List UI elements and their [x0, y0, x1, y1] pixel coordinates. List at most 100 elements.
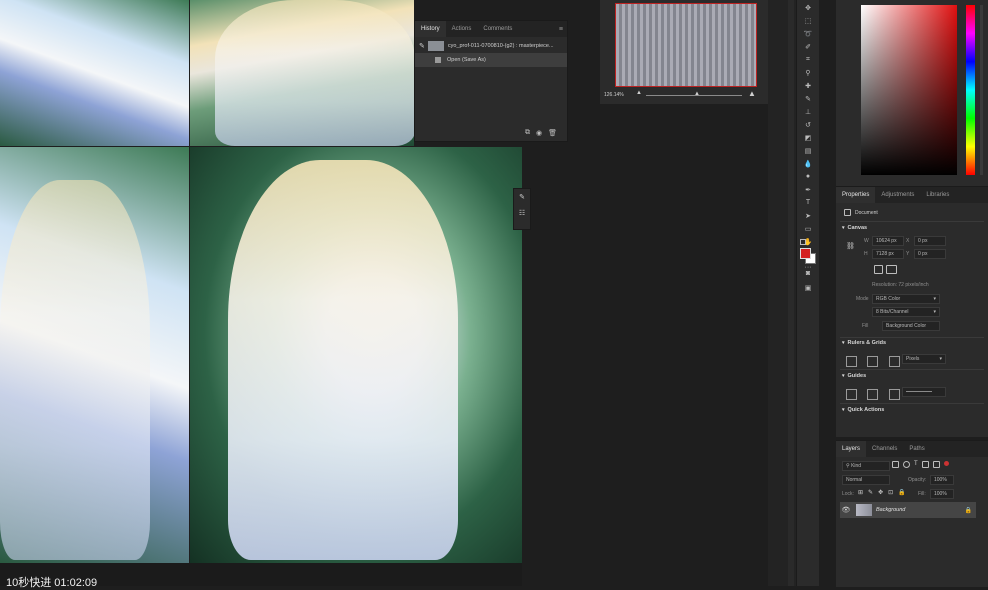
brush-source-icon[interactable]: ✎	[419, 42, 425, 50]
portrait-icon[interactable]	[874, 265, 883, 274]
crop-tool-icon[interactable]: ⌗	[801, 54, 815, 65]
lock-artboard-icon[interactable]: ⊡	[888, 489, 893, 496]
trash-icon[interactable]: 🗑	[548, 129, 557, 137]
guide-color-select[interactable]	[902, 387, 946, 397]
layer-name[interactable]: Background	[876, 507, 965, 513]
foreground-color-swatch[interactable]	[800, 248, 811, 259]
shape-filter-icon[interactable]	[921, 461, 929, 468]
history-step[interactable]: Open (Save As)	[415, 53, 567, 67]
grid-icon[interactable]	[867, 356, 879, 367]
lock-all-icon[interactable]: 🔒	[898, 489, 905, 496]
units-select[interactable]: Pixels ▾	[902, 354, 946, 364]
hue-slider[interactable]	[966, 5, 975, 175]
zoom-value[interactable]: 126.14%	[604, 92, 624, 98]
tab-history[interactable]: History	[415, 21, 446, 37]
lock-transparent-icon[interactable]: ⊞	[858, 489, 863, 496]
visibility-eye-icon[interactable]: 👁	[840, 506, 852, 514]
filter-toggle-icon[interactable]	[943, 461, 949, 466]
fill-opacity-field[interactable]: 100%	[930, 489, 954, 499]
landscape-icon[interactable]	[886, 265, 897, 274]
quick-actions-header[interactable]: ▾ Quick Actions	[842, 407, 884, 413]
brush-tool-icon[interactable]: ✎	[801, 93, 815, 104]
camera-snapshot-icon[interactable]: ◉	[536, 129, 542, 137]
navigator-panel: 126.14% ▲ ▲ ▲	[600, 0, 768, 104]
type-filter-icon[interactable]: T	[914, 461, 918, 468]
tab-layers[interactable]: Layers	[836, 441, 867, 457]
x-field[interactable]: 0 px	[914, 236, 946, 246]
tab-actions[interactable]: Actions	[446, 21, 478, 37]
history-brush-icon[interactable]: ↺	[801, 119, 815, 130]
color-panel-scrollbar[interactable]	[980, 5, 983, 175]
canvas-tile-top-left	[0, 0, 189, 146]
layer-filter-select[interactable]: ⚲ Kind	[842, 461, 890, 471]
mode-select[interactable]: RGB Color ▾	[872, 294, 940, 304]
width-field[interactable]: 10624 px	[872, 236, 904, 246]
canvas-section-header[interactable]: ▾ Canvas	[842, 225, 867, 231]
height-field[interactable]: 7128 px	[872, 249, 904, 259]
move-tool-icon[interactable]: ✥	[801, 2, 815, 13]
panel-menu-icon[interactable]: ≡	[559, 26, 567, 33]
marquee-tool-icon[interactable]: ⬚	[801, 15, 815, 26]
pen-tool-icon[interactable]: ✒	[801, 184, 815, 195]
layer-row[interactable]: 👁 Background 🔒	[840, 502, 976, 518]
history-snapshot[interactable]: ✎ cyo_prof-011-0700810-(g2) : masterpiec…	[415, 39, 567, 53]
pixel-grid-icon[interactable]	[888, 356, 900, 367]
zoom-in-icon[interactable]: ▲	[748, 89, 756, 98]
zoom-out-icon[interactable]: ▲	[636, 90, 642, 96]
guide-layout-icon[interactable]	[888, 389, 900, 400]
layers-panel: Layers Channels Paths ⚲ Kind T Normal Op…	[836, 440, 988, 587]
fill-value: Background Color	[886, 323, 927, 329]
lock-image-icon[interactable]: ✎	[868, 489, 873, 496]
blend-mode-select[interactable]: Normal	[842, 475, 890, 485]
tab-libraries[interactable]: Libraries	[920, 187, 955, 203]
pixel-filter-icon[interactable]	[892, 461, 899, 468]
blur-tool-icon[interactable]: 💧	[801, 158, 815, 169]
tab-paths[interactable]: Paths	[903, 441, 930, 457]
lasso-tool-icon[interactable]: ➰	[801, 28, 815, 39]
color-field[interactable]	[861, 5, 957, 175]
anime-girl-figure	[228, 160, 458, 560]
tab-adjustments[interactable]: Adjustments	[875, 187, 920, 203]
rulers-section-header[interactable]: ▾ Rulers & Grids	[842, 340, 886, 346]
healing-brush-icon[interactable]: ✚	[801, 80, 815, 91]
gradient-tool-icon[interactable]: ▤	[801, 145, 815, 156]
tab-properties[interactable]: Properties	[836, 187, 876, 203]
chevron-down-icon: ▾	[933, 296, 936, 302]
clone-stamp-icon[interactable]: ⊥	[801, 106, 815, 117]
brush-icon[interactable]: ✎	[514, 193, 530, 201]
opacity-label: Opacity:	[908, 477, 927, 483]
history-panel: History Actions Comments ≡ ✎ cyo_prof-01…	[414, 20, 568, 142]
quick-mask-icon[interactable]: ◙	[801, 268, 815, 279]
bit-depth-select[interactable]: 8 Bits/Channel ▾	[872, 307, 940, 317]
smart-object-filter-icon[interactable]	[932, 461, 940, 468]
adjustment-filter-icon[interactable]	[903, 461, 910, 468]
tools-bar: ✥ ⬚ ➰ ✐ ⌗ ⚲ ✚ ✎ ⊥ ↺ ◩ ▤ 💧 ● ✒ T ➤ ▭ ✋ 🔍 …	[796, 0, 819, 586]
new-document-from-state-icon[interactable]: ⧉	[525, 129, 530, 137]
dodge-tool-icon[interactable]: ●	[801, 171, 815, 182]
y-field[interactable]: 0 px	[914, 249, 946, 259]
guide-icon[interactable]	[846, 389, 857, 400]
screen-mode-icon[interactable]: ▣	[801, 282, 815, 293]
eyedropper-tool-icon[interactable]: ⚲	[801, 67, 815, 78]
opacity-field[interactable]: 100%	[930, 475, 954, 485]
tab-channels[interactable]: Channels	[866, 441, 903, 457]
eraser-tool-icon[interactable]: ◩	[801, 132, 815, 143]
lock-position-icon[interactable]: ✥	[878, 489, 883, 496]
link-dimensions-icon[interactable]: ⛓	[846, 242, 855, 250]
history-tabs: History Actions Comments ≡	[415, 21, 567, 37]
history-footer: ⧉ ◉ 🗑	[415, 129, 565, 137]
default-colors-icon[interactable]	[800, 239, 806, 245]
zoom-slider-thumb[interactable]: ▲	[694, 91, 700, 97]
sliders-icon[interactable]: ☷	[514, 209, 530, 217]
fill-select[interactable]: Background Color	[882, 321, 940, 331]
vertical-scrollbar[interactable]	[788, 0, 794, 586]
guides-section-header[interactable]: ▾ Guides	[842, 373, 866, 379]
rectangle-tool-icon[interactable]: ▭	[801, 223, 815, 234]
layer-lock-icon: 🔒	[964, 507, 972, 514]
tab-comments[interactable]: Comments	[477, 21, 518, 37]
type-tool-icon[interactable]: T	[801, 197, 815, 208]
quick-select-tool-icon[interactable]: ✐	[801, 41, 815, 52]
ruler-icon[interactable]	[846, 356, 857, 367]
path-select-icon[interactable]: ➤	[801, 210, 815, 221]
add-guide-icon[interactable]	[867, 389, 879, 400]
